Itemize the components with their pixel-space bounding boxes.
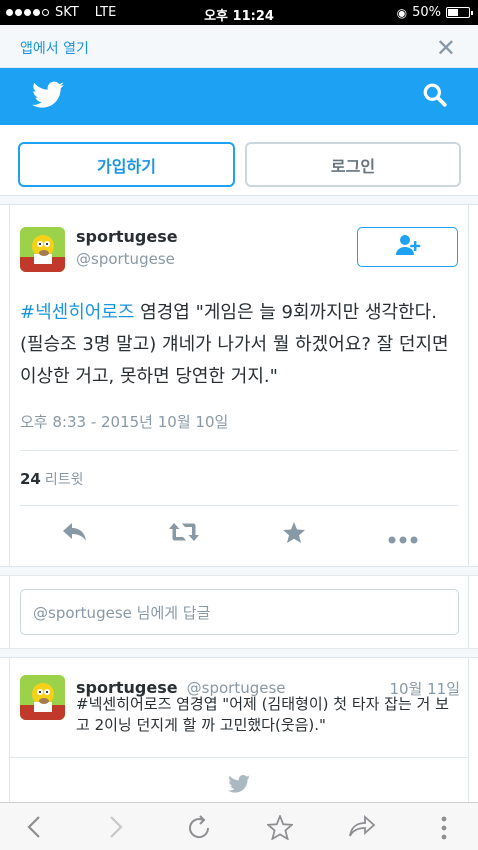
twitter-header: [0, 68, 478, 125]
card-border-left: [9, 205, 10, 805]
section-divider: [0, 195, 478, 205]
author-name[interactable]: sportugese: [76, 227, 178, 246]
search-icon[interactable]: [422, 82, 448, 112]
open-in-app-link[interactable]: 앱에서 열기: [20, 38, 89, 58]
auth-buttons: 가입하기 로그인: [0, 140, 478, 190]
rotation-lock-icon: ◉: [396, 5, 408, 20]
avatar[interactable]: [20, 675, 65, 720]
open-in-app-banner: 앱에서 열기 ✕: [0, 25, 478, 68]
divider: [20, 450, 458, 451]
back-icon[interactable]: [26, 815, 42, 843]
signup-button[interactable]: 가입하기: [18, 142, 235, 187]
reply-input[interactable]: @sportugese 님에게 답글: [20, 589, 459, 635]
menu-dots-icon[interactable]: [440, 815, 448, 845]
tweet-text: #넥센히어로즈 염경엽 "어제 (김태형이) 첫 타자 잡는 거 보고 2이닝 …: [76, 695, 449, 734]
hashtag-link[interactable]: #넥센히어로즈: [20, 302, 134, 323]
twitter-bird-icon[interactable]: [32, 81, 64, 113]
status-bar: SKT LTE 오후 11:24 ◉ 50%: [0, 0, 478, 25]
battery-group: ◉ 50%: [396, 5, 473, 20]
add-user-icon: [395, 234, 421, 260]
tweet-actions: [10, 515, 468, 555]
battery-percent: 50%: [412, 5, 441, 20]
tweet-text: #넥센히어로즈 염경엽 "게임은 늘 9회까지만 생각한다. (필승조 3명 말…: [20, 297, 460, 393]
reply-handle: @sportugese: [33, 604, 132, 622]
divider: [10, 757, 468, 758]
bookmark-star-icon[interactable]: [265, 813, 295, 844]
card-border-right: [468, 205, 469, 805]
footer-bird: [0, 775, 478, 797]
close-icon[interactable]: ✕: [436, 34, 456, 62]
battery-icon: [446, 7, 473, 18]
reply-suffix: 님에게 답글: [131, 604, 211, 622]
share-icon[interactable]: [348, 814, 376, 843]
author-handle[interactable]: @sportugese: [76, 250, 175, 268]
divider: [20, 505, 458, 506]
favorite-icon[interactable]: [282, 521, 306, 548]
reply-icon[interactable]: [62, 521, 88, 547]
avatar[interactable]: [20, 227, 65, 272]
follow-button[interactable]: [357, 227, 458, 267]
login-button[interactable]: 로그인: [245, 142, 461, 187]
retweet-label: 리트윗: [44, 472, 84, 488]
reload-icon[interactable]: [186, 815, 212, 845]
twitter-bird-icon: [228, 775, 250, 797]
section-divider: [0, 648, 478, 658]
retweet-stats[interactable]: 24 리트윗: [20, 469, 84, 489]
forward-icon[interactable]: [108, 815, 124, 843]
more-icon[interactable]: [388, 529, 418, 548]
browser-toolbar: [0, 802, 478, 850]
section-divider: [0, 566, 478, 576]
retweet-count: 24: [20, 470, 41, 488]
tweet-timestamp[interactable]: 오후 8:33 - 2015년 10월 10일: [20, 411, 228, 432]
retweet-icon[interactable]: [168, 521, 200, 547]
